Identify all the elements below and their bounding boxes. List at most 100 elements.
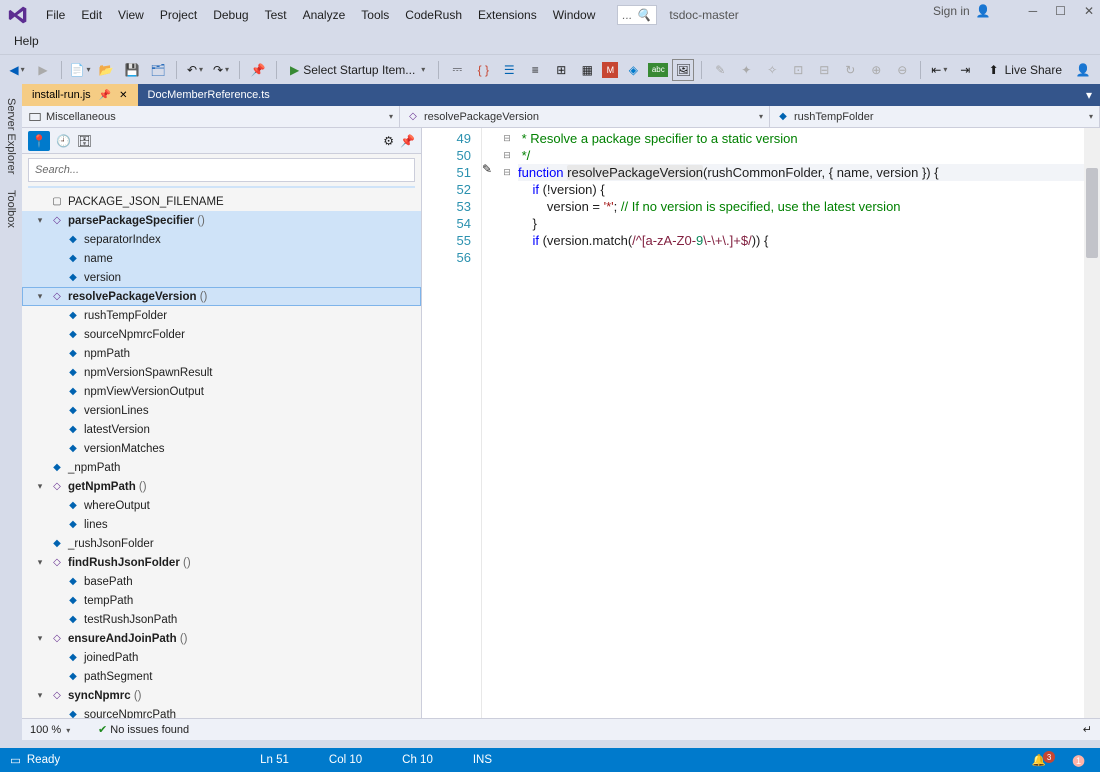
pin-icon[interactable]: 📌 <box>99 90 111 101</box>
status-line[interactable]: Ln 51 <box>260 754 289 766</box>
menu-view[interactable]: View <box>110 4 152 26</box>
undo-button[interactable]: ↶▾ <box>184 59 206 81</box>
close-button[interactable]: ✕ <box>1084 4 1094 18</box>
outline-item-tempPath[interactable]: ◆tempPath <box>22 591 421 610</box>
code-text[interactable]: * Resolve a package specifier to a stati… <box>514 128 1084 718</box>
outline-item-versionMatches[interactable]: ◆versionMatches <box>22 439 421 458</box>
outline-clock-icon[interactable]: 🕘 <box>56 134 71 148</box>
toolbar-icon-indent[interactable]: ⇤▾ <box>928 59 950 81</box>
toolbar-icon-wand[interactable]: ✎ <box>709 59 731 81</box>
toolbar-icon-x3[interactable]: ⊡ <box>787 59 809 81</box>
toolbar-icon-list[interactable]: ☰ <box>498 59 520 81</box>
outline-item-pathSegment[interactable]: ◆pathSegment <box>22 667 421 686</box>
toolbar-icon-image[interactable]: 🖼 <box>672 59 694 81</box>
save-all-button[interactable]: 🗂 <box>147 59 169 81</box>
startup-item-selector[interactable]: ▶ Select Startup Item... ▾ <box>284 63 431 77</box>
nav-back-button[interactable]: ◀▾ <box>6 59 28 81</box>
status-col[interactable]: Col 10 <box>329 754 362 766</box>
menu-debug[interactable]: Debug <box>205 4 256 26</box>
outline-item-parsePackageSpecifier[interactable]: ▾◇parsePackageSpecifier () <box>22 211 421 230</box>
code-editor[interactable]: ⬍ 4950515253545556 ✎ ⊟⊟⊟ * Resolve a pac… <box>422 128 1100 718</box>
nav-scope-dropdown[interactable]: Miscellaneous ▾ <box>22 106 400 127</box>
toolbar-icon-grid[interactable]: ⊞ <box>550 59 572 81</box>
open-file-button[interactable]: 📂 <box>95 59 117 81</box>
tab-overflow-button[interactable]: ▾ <box>1078 88 1100 102</box>
toolbar-icon-m[interactable]: M <box>602 62 618 78</box>
outline-pin-icon[interactable]: 📌 <box>400 134 415 148</box>
nav-forward-button[interactable]: ▶ <box>32 59 54 81</box>
minimize-button[interactable]: ─ <box>1029 4 1038 18</box>
outline-gear-icon[interactable]: ⚙ <box>383 134 394 148</box>
toolbar-icon-x6[interactable]: ⊖ <box>891 59 913 81</box>
menu-tools[interactable]: Tools <box>353 4 397 26</box>
expand-icon[interactable]: ▾ <box>34 557 46 568</box>
outline-item-npmVersionSpawnResult[interactable]: ◆npmVersionSpawnResult <box>22 363 421 382</box>
outline-item-getNpmPath[interactable]: ▾◇getNpmPath () <box>22 477 421 496</box>
toolbar-icon-braces[interactable]: { } <box>472 59 494 81</box>
line-ending-indicator[interactable]: ↵ <box>1083 723 1092 736</box>
outline-item-basePath[interactable]: ◆basePath <box>22 572 421 591</box>
notification-bell[interactable]: 🔔3 <box>1032 753 1058 768</box>
expand-icon[interactable]: ▾ <box>34 633 46 644</box>
outline-db-icon[interactable]: 🗄 <box>77 134 92 148</box>
outline-item-resolvePackageVersion[interactable]: ▾◇resolvePackageVersion () <box>22 287 421 306</box>
outline-item-ensureAndJoinPath[interactable]: ▾◇ensureAndJoinPath () <box>22 629 421 648</box>
nav-member-dropdown[interactable]: ◇ resolvePackageVersion ▾ <box>400 106 770 127</box>
toolbar-icon-x2[interactable]: ✧ <box>761 59 783 81</box>
menu-coderush[interactable]: CodeRush <box>397 4 470 26</box>
expand-icon[interactable]: ▾ <box>34 291 46 302</box>
menu-file[interactable]: File <box>38 4 73 26</box>
menu-help[interactable]: Help <box>6 30 47 52</box>
outline-item-whereOutput[interactable]: ◆whereOutput <box>22 496 421 515</box>
outline-item-version[interactable]: ◆version <box>22 268 421 287</box>
tab-docmemberreference-ts[interactable]: DocMemberReference.ts <box>138 84 280 106</box>
close-icon[interactable]: ✕ <box>119 90 127 101</box>
outline-item-separatorIndex[interactable]: ◆separatorIndex <box>22 230 421 249</box>
outline-item-name[interactable]: ◆name <box>22 249 421 268</box>
outline-item-sourceNpmrcPath[interactable]: ◆sourceNpmrcPath <box>22 705 421 718</box>
maximize-button[interactable]: ☐ <box>1055 4 1066 18</box>
vertical-scrollbar[interactable] <box>1084 128 1100 718</box>
error-indicator[interactable]: ⬤1 <box>1072 753 1090 767</box>
sign-in-button[interactable]: Sign in 👤 <box>933 4 991 18</box>
scrollbar-thumb[interactable] <box>1086 168 1098 258</box>
liveshare-button[interactable]: ⬆ Live Share <box>983 63 1068 77</box>
toolbar-icon-abc[interactable]: abc <box>648 63 668 77</box>
menu-analyze[interactable]: Analyze <box>295 4 354 26</box>
tab-install-run-js[interactable]: install-run.js 📌 ✕ <box>22 84 138 106</box>
outline-item-_npmPath[interactable]: ◆_npmPath <box>22 458 421 477</box>
outline-item-syncNpmrc[interactable]: ▾◇syncNpmrc () <box>22 686 421 705</box>
outline-item-lines[interactable]: ◆lines <box>22 515 421 534</box>
menu-extensions[interactable]: Extensions <box>470 4 545 26</box>
status-ch[interactable]: Ch 10 <box>402 754 433 766</box>
quick-launch-search[interactable]: ... 🔍 <box>617 5 657 25</box>
expand-icon[interactable]: ▾ <box>34 481 46 492</box>
folding-margin[interactable]: ⊟⊟⊟ <box>500 128 514 718</box>
outline-item-npmViewVersionOutput[interactable]: ◆npmViewVersionOutput <box>22 382 421 401</box>
toolbox-tab[interactable]: Toolbox <box>3 182 19 236</box>
toolbar-icon-outdent[interactable]: ⇥ <box>954 59 976 81</box>
outline-item-versionLines[interactable]: ◆versionLines <box>22 401 421 420</box>
toolbar-icon-x4[interactable]: ⊟ <box>813 59 835 81</box>
nav-local-dropdown[interactable]: ◆ rushTempFolder ▾ <box>770 106 1100 127</box>
outline-item-joinedPath[interactable]: ◆joinedPath <box>22 648 421 667</box>
outline-item-latestVersion[interactable]: ◆latestVersion <box>22 420 421 439</box>
outline-search-input[interactable]: Search... <box>28 158 415 182</box>
redo-button[interactable]: ↷▾ <box>210 59 232 81</box>
toolbar-icon-refresh[interactable]: ↻ <box>839 59 861 81</box>
save-button[interactable]: 💾 <box>121 59 143 81</box>
outline-item-findRushJsonFolder[interactable]: ▾◇findRushJsonFolder () <box>22 553 421 572</box>
toolbar-icon-x1[interactable]: ✦ <box>735 59 757 81</box>
outline-item-_rushJsonFolder[interactable]: ◆_rushJsonFolder <box>22 534 421 553</box>
outline-item-sourceNpmrcFolder[interactable]: ◆sourceNpmrcFolder <box>22 325 421 344</box>
outline-item-PACKAGE_JSON_FILENAME[interactable]: ▢PACKAGE_JSON_FILENAME <box>22 192 421 211</box>
expand-icon[interactable]: ▾ <box>34 215 46 226</box>
outline-item-rushTempFolder[interactable]: ◆rushTempFolder <box>22 306 421 325</box>
status-ins[interactable]: INS <box>473 754 492 766</box>
menu-edit[interactable]: Edit <box>73 4 110 26</box>
zoom-dropdown[interactable]: 100 % ▾ <box>30 724 90 736</box>
outline-item-npmPath[interactable]: ◆npmPath <box>22 344 421 363</box>
attach-button[interactable]: 📌 <box>247 59 269 81</box>
toolbar-icon-marker[interactable]: ◈ <box>622 59 644 81</box>
toolbar-icon-align[interactable]: ≡ <box>524 59 546 81</box>
